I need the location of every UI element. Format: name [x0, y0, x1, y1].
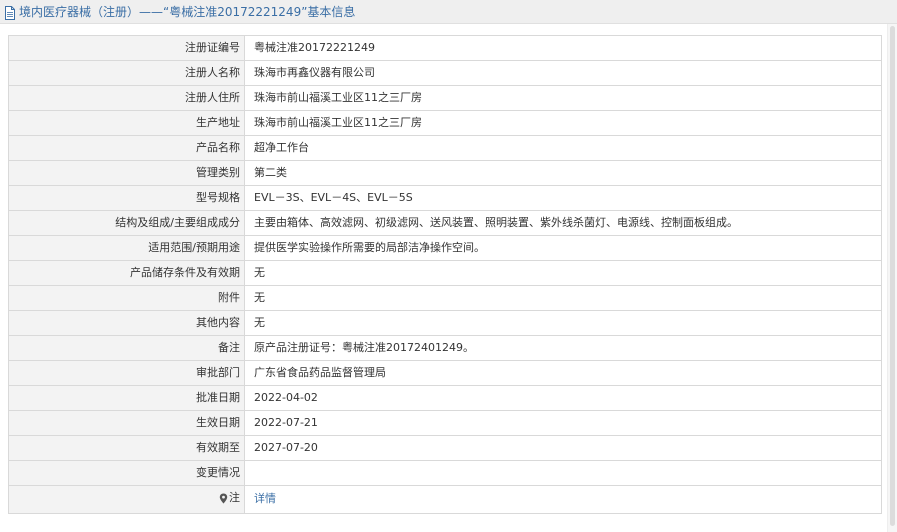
row-value: 珠海市前山福溪工业区11之三厂房 — [244, 85, 882, 111]
row-value: 粤械注准20172221249 — [244, 35, 882, 61]
location-pin-icon — [219, 493, 228, 503]
row-value: 广东省食品药品监督管理局 — [244, 360, 882, 386]
table-row: 产品名称 超净工作台 — [8, 135, 882, 161]
table-row: 有效期至 2027-07-20 — [8, 435, 882, 461]
table-row: 备注 原产品注册证号：粤械注准20172401249。 — [8, 335, 882, 361]
table-row: 注册人名称 珠海市再鑫仪器有限公司 — [8, 60, 882, 86]
row-value: 2022-07-21 — [244, 410, 882, 436]
row-label: 生效日期 — [8, 410, 245, 436]
row-value: 珠海市前山福溪工业区11之三厂房 — [244, 110, 882, 136]
row-value: 主要由箱体、高效滤网、初级滤网、送风装置、照明装置、紫外线杀菌灯、电源线、控制面… — [244, 210, 882, 236]
table-row: 生效日期 2022-07-21 — [8, 410, 882, 436]
table-row: 型号规格 EVL－3S、EVL－4S、EVL－5S — [8, 185, 882, 211]
row-label: 批准日期 — [8, 385, 245, 411]
row-label: 型号规格 — [8, 185, 245, 211]
page: 境内医疗器械（注册）——“粤械注准20172221249”基本信息 注册证编号 … — [0, 0, 897, 532]
row-label: 有效期至 — [8, 435, 245, 461]
table-row: 生产地址 珠海市前山福溪工业区11之三厂房 — [8, 110, 882, 136]
row-label: 结构及组成/主要组成成分 — [8, 210, 245, 236]
document-icon — [4, 5, 16, 20]
table-row: 附件 无 — [8, 285, 882, 311]
row-value: 原产品注册证号：粤械注准20172401249。 — [244, 335, 882, 361]
row-value: 无 — [244, 310, 882, 336]
row-label: 生产地址 — [8, 110, 245, 136]
row-label: 注册人名称 — [8, 60, 245, 86]
table-row: 其他内容 无 — [8, 310, 882, 336]
row-label: 产品名称 — [8, 135, 245, 161]
row-label: 注册证编号 — [8, 35, 245, 61]
table-row-note: 注 详情 — [8, 485, 882, 514]
row-value: 超净工作台 — [244, 135, 882, 161]
note-label-text: 注 — [229, 491, 240, 504]
row-label: 变更情况 — [8, 460, 245, 486]
row-label: 管理类别 — [8, 160, 245, 186]
table-row: 产品储存条件及有效期 无 — [8, 260, 882, 286]
scrollbar-thumb[interactable] — [890, 26, 895, 526]
row-value: 珠海市再鑫仪器有限公司 — [244, 60, 882, 86]
table-row: 结构及组成/主要组成成分 主要由箱体、高效滤网、初级滤网、送风装置、照明装置、紫… — [8, 210, 882, 236]
table-row: 审批部门 广东省食品药品监督管理局 — [8, 360, 882, 386]
info-table: 注册证编号 粤械注准20172221249 注册人名称 珠海市再鑫仪器有限公司 … — [8, 35, 882, 514]
row-label: 注册人住所 — [8, 85, 245, 111]
row-value: EVL－3S、EVL－4S、EVL－5S — [244, 185, 882, 211]
note-label-cell: 注 — [8, 485, 245, 514]
vertical-scrollbar[interactable] — [887, 24, 897, 532]
row-label: 产品储存条件及有效期 — [8, 260, 245, 286]
note-value-cell: 详情 — [244, 485, 882, 514]
row-value: 提供医学实验操作所需要的局部洁净操作空间。 — [244, 235, 882, 261]
details-link[interactable]: 详情 — [254, 492, 276, 505]
row-value: 第二类 — [244, 160, 882, 186]
table-row: 适用范围/预期用途 提供医学实验操作所需要的局部洁净操作空间。 — [8, 235, 882, 261]
row-value — [244, 460, 882, 486]
row-label: 附件 — [8, 285, 245, 311]
table-row: 注册证编号 粤械注准20172221249 — [8, 35, 882, 61]
row-label: 审批部门 — [8, 360, 245, 386]
row-label: 备注 — [8, 335, 245, 361]
row-label: 其他内容 — [8, 310, 245, 336]
title-bar: 境内医疗器械（注册）——“粤械注准20172221249”基本信息 — [0, 0, 897, 24]
table-row: 管理类别 第二类 — [8, 160, 882, 186]
note-label: 注 — [219, 486, 240, 510]
row-value: 无 — [244, 260, 882, 286]
table-row: 批准日期 2022-04-02 — [8, 385, 882, 411]
row-value: 无 — [244, 285, 882, 311]
page-title: 境内医疗器械（注册）——“粤械注准20172221249”基本信息 — [19, 5, 356, 19]
table-row: 变更情况 — [8, 460, 882, 486]
table-row: 注册人住所 珠海市前山福溪工业区11之三厂房 — [8, 85, 882, 111]
row-value: 2022-04-02 — [244, 385, 882, 411]
row-label: 适用范围/预期用途 — [8, 235, 245, 261]
row-value: 2027-07-20 — [244, 435, 882, 461]
